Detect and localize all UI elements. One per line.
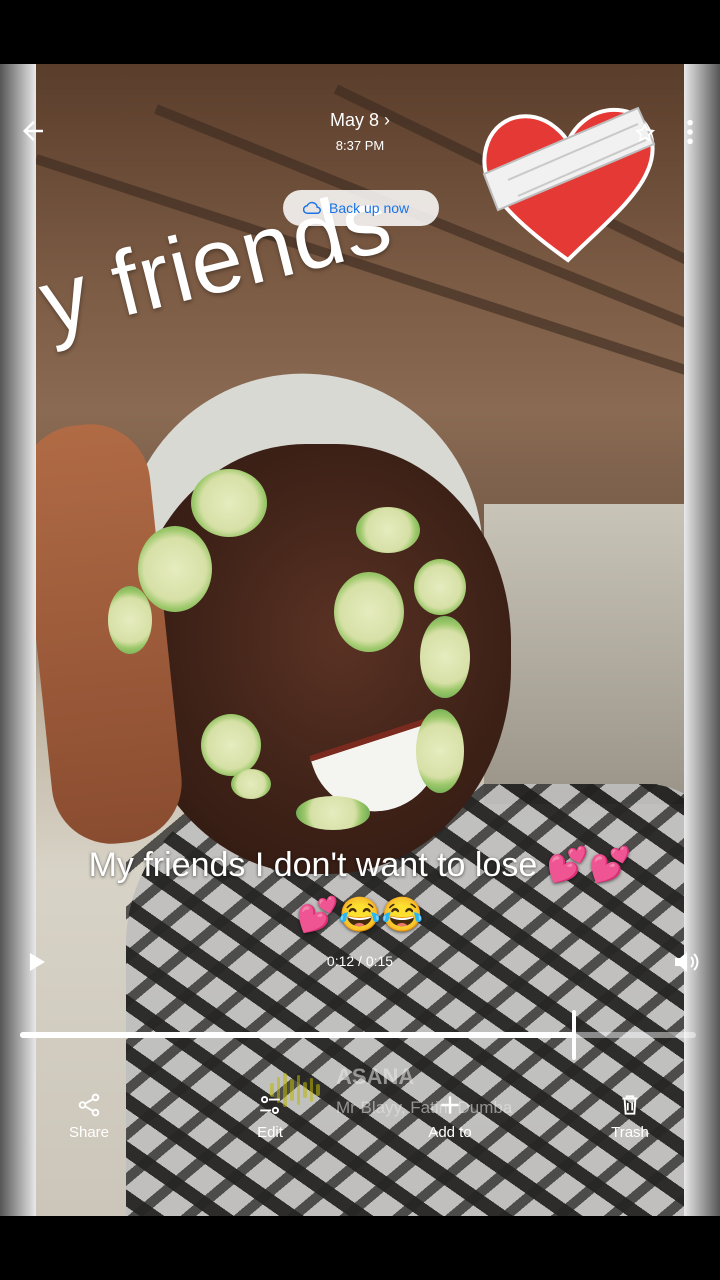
edit-sliders-icon — [260, 1096, 280, 1114]
cloud-upload-icon — [303, 201, 321, 214]
add-to-button[interactable]: Add to — [390, 1092, 510, 1141]
seek-bar[interactable] — [20, 1010, 696, 1060]
favorite-star-icon[interactable] — [634, 122, 656, 144]
share-label: Share — [68, 1124, 110, 1141]
plus-icon — [441, 1096, 459, 1114]
caption-line-1: My friends I don't want to lose 💕💕 — [88, 846, 632, 884]
seek-handle[interactable] — [572, 1010, 577, 1060]
playback-time: 0:12 / 0:15 — [326, 953, 394, 969]
caption-line-2: 💕😂😂 — [296, 896, 424, 934]
photo-date[interactable]: May 8 › — [0, 110, 720, 131]
share-button[interactable]: Share — [29, 1092, 149, 1141]
back-up-now-button[interactable]: Back up now — [283, 190, 439, 226]
photo-time: 8:37 PM — [335, 138, 385, 153]
more-options-icon[interactable] — [684, 118, 696, 146]
trash-button[interactable]: Trash — [570, 1092, 690, 1141]
background-wall — [484, 504, 684, 804]
back-up-now-label: Back up now — [329, 200, 410, 216]
photo-viewer[interactable]: y friends — [0, 64, 720, 1216]
volume-icon[interactable] — [672, 950, 700, 974]
seek-bar-progress — [20, 1032, 575, 1038]
trash-label: Trash — [611, 1124, 649, 1141]
bottom-action-bar: Share Edit Add to Trash — [0, 1092, 720, 1152]
share-icon — [78, 1093, 100, 1117]
edit-label: Edit — [257, 1124, 283, 1141]
add-to-label: Add to — [428, 1124, 472, 1141]
music-title: ASANA — [336, 1064, 415, 1089]
trash-icon — [622, 1095, 638, 1115]
video-caption: My friends I don't want to lose 💕💕 💕😂😂 — [36, 840, 684, 940]
edit-button[interactable]: Edit — [210, 1092, 330, 1141]
